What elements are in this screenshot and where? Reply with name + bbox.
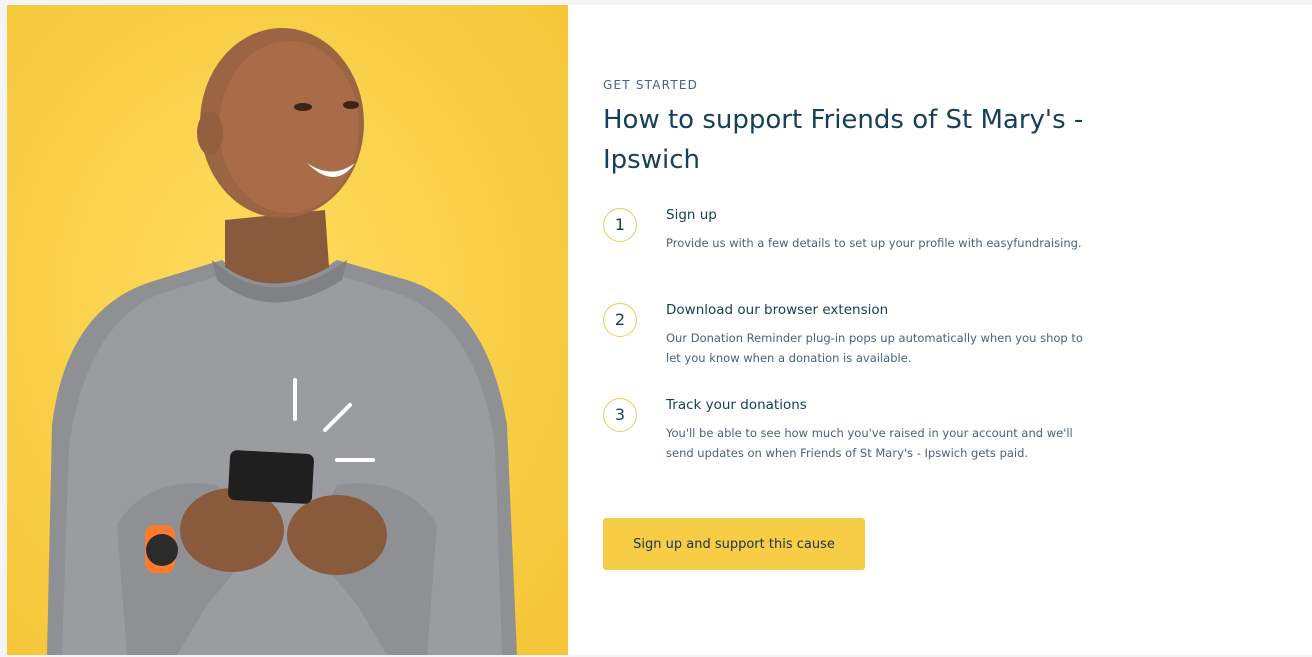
step-description: Provide us with a few details to set up …	[666, 236, 1082, 250]
step-number-badge: 1	[603, 208, 637, 242]
sign-up-button[interactable]: Sign up and support this cause	[603, 518, 865, 570]
step-description: You'll be able to see how much you've ra…	[666, 426, 1073, 460]
step-description: Our Donation Reminder plug-in pops up au…	[666, 331, 1083, 365]
step-item-3: 3 Track your donations You'll be able to…	[603, 397, 1123, 517]
hero-image	[7, 5, 568, 655]
section-heading: How to support Friends of St Mary's - Ip…	[603, 105, 1084, 175]
step-title: Sign up	[666, 207, 717, 223]
step-item-1: 1 Sign up Provide us with a few details …	[603, 207, 1123, 302]
get-started-section: GET STARTED How to support Friends of St…	[0, 0, 1312, 657]
person-with-phone-illustration	[7, 5, 568, 655]
step-title: Track your donations	[666, 397, 807, 413]
step-title: Download our browser extension	[666, 302, 889, 318]
step-item-2: 2 Download our browser extension Our Don…	[603, 302, 1123, 397]
step-number-badge: 2	[603, 303, 637, 337]
step-number-badge: 3	[603, 398, 637, 432]
section-eyebrow: GET STARTED	[603, 78, 699, 92]
content-panel: GET STARTED How to support Friends of St…	[568, 5, 1312, 655]
steps-list: 1 Sign up Provide us with a few details …	[603, 207, 1123, 517]
